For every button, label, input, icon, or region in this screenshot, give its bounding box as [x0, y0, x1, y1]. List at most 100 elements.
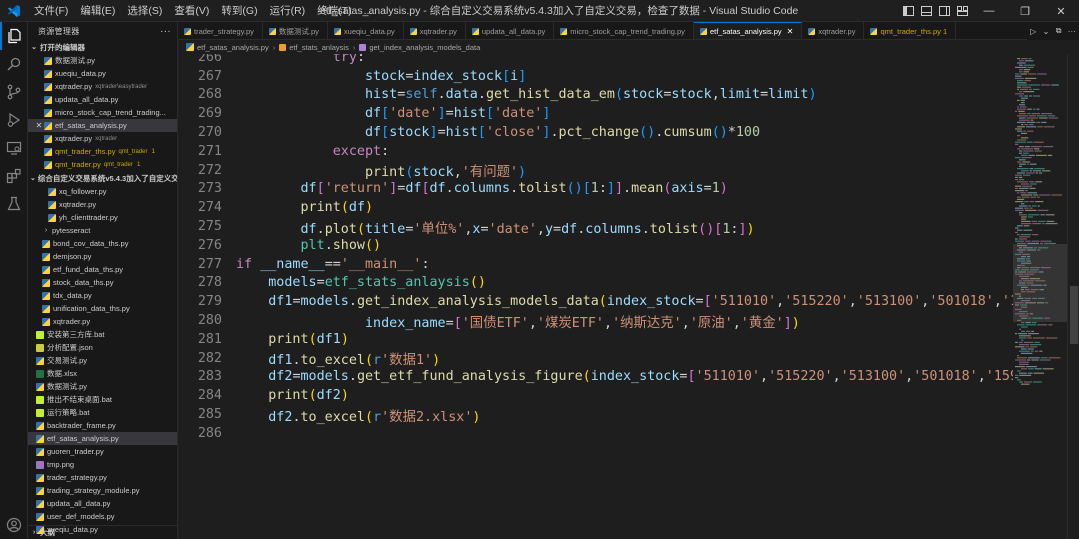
editor-tab[interactable]: qmt_trader_ths.py 1: [864, 22, 957, 39]
file-item[interactable]: tdx_data.py: [28, 289, 177, 302]
account-icon[interactable]: [0, 511, 28, 539]
open-editors-list: 数据测试.py xueqiu_data.py xqtrader.py xqtrader…: [28, 54, 177, 171]
menu-edit[interactable]: 编辑(E): [74, 0, 121, 22]
breadcrumb-file[interactable]: etf_satas_analysis.py: [197, 43, 269, 52]
file-item[interactable]: backtrader_frame.py: [28, 419, 177, 432]
code-text: df2=models.get_etf_fund_analysis_figure(…: [236, 369, 1013, 384]
more-actions-icon[interactable]: ···: [1068, 27, 1076, 36]
extensions-icon[interactable]: [0, 162, 28, 190]
run-dropdown-icon[interactable]: ⌄: [1043, 27, 1050, 36]
file-item[interactable]: yh_clienttrader.py: [28, 211, 177, 224]
file-name: updata_all_data.py: [47, 499, 111, 508]
file-item[interactable]: 安装第三方库.bat: [28, 328, 177, 341]
code-token: ==: [324, 256, 341, 272]
file-item[interactable]: updata_all_data.py: [28, 93, 177, 106]
code-line: 275 df.plot(title='单位%',x='date',y=df.co…: [178, 217, 1013, 237]
editor-tab[interactable]: xueqiu_data.py: [328, 22, 404, 39]
explorer-icon[interactable]: [0, 22, 28, 50]
toggle-secondary-sidebar-icon[interactable]: [935, 0, 953, 22]
toggle-panel-icon[interactable]: [917, 0, 935, 22]
editor-tab[interactable]: xqtrader.py: [404, 22, 466, 39]
file-item[interactable]: trader_strategy.py: [28, 471, 177, 484]
file-item[interactable]: demjson.py: [28, 250, 177, 263]
file-item[interactable]: etf_satas_analysis.py: [28, 432, 177, 445]
file-item[interactable]: micro_stock_cap_trend_trading...: [28, 106, 177, 119]
file-item[interactable]: unification_data_ths.py: [28, 302, 177, 315]
file-item[interactable]: qmt_trader.py qmt_trader 1: [28, 158, 177, 171]
restore-button[interactable]: ❐: [1007, 0, 1043, 22]
menu-selection[interactable]: 选择(S): [121, 0, 168, 22]
file-item[interactable]: 交易测试.py: [28, 354, 177, 367]
code-token: (: [308, 388, 317, 404]
run-debug-icon[interactable]: [0, 106, 28, 134]
tab-label: etf_satas_analysis.py: [709, 27, 782, 36]
editor-tab[interactable]: etf_satas_analysis.py ✕: [693, 22, 803, 39]
file-item[interactable]: xq_follower.py: [28, 185, 177, 198]
editor-tab[interactable]: xqtrader.py: [802, 22, 865, 39]
breadcrumb-class[interactable]: etf_stats_anlaysis: [289, 43, 349, 52]
file-item[interactable]: stock_data_ths.py: [28, 276, 177, 289]
testing-icon[interactable]: [0, 190, 28, 218]
minimap[interactable]: [1013, 54, 1067, 539]
file-item[interactable]: 推出不结束桌面.bat: [28, 393, 177, 406]
run-file-icon[interactable]: ▷: [1030, 27, 1036, 36]
tab-label: trader_strategy.py: [194, 26, 254, 36]
outline-section[interactable]: › 大纲: [28, 525, 177, 539]
file-item[interactable]: bond_cov_data_ths.py: [28, 237, 177, 250]
file-item[interactable]: xqtrader.py xqtrader: [28, 132, 177, 145]
workspace-section[interactable]: ⌄ 综合自定义交易系统v5.4.3加入了自定义交易...: [28, 171, 177, 185]
code-editor[interactable]: 266 try: 267 stock=index_stock[i] 268 hist…: [178, 54, 1013, 539]
search-icon[interactable]: [0, 50, 28, 78]
menu-view[interactable]: 查看(V): [168, 0, 215, 22]
bat-file-icon: [36, 330, 44, 339]
code-token: =: [760, 87, 769, 103]
menu-run[interactable]: 运行(R): [264, 0, 312, 22]
file-item[interactable]: xqtrader.py: [28, 315, 177, 328]
open-editors-section[interactable]: ⌄ 打开的编辑器: [28, 40, 177, 54]
source-control-icon[interactable]: [0, 78, 28, 106]
file-item[interactable]: 数据测试.py: [28, 54, 177, 67]
close-editor-icon[interactable]: ✕: [34, 121, 44, 130]
editor-scrollbar[interactable]: [1067, 54, 1079, 539]
file-item[interactable]: 运行策略.bat: [28, 406, 177, 419]
customize-layout-icon[interactable]: [953, 0, 971, 22]
code-token: (): [566, 181, 583, 197]
code-token: '煤炭ETF': [536, 315, 604, 331]
breadcrumb-method[interactable]: get_index_analysis_models_data: [369, 43, 480, 52]
file-item[interactable]: 分析配置.json: [28, 341, 177, 354]
file-item[interactable]: user_def_models.py: [28, 510, 177, 523]
editor-tab[interactable]: trader_strategy.py: [178, 22, 263, 39]
file-item[interactable]: xqtrader.py xqtrader\easytrader: [28, 80, 177, 93]
file-item[interactable]: tmp.png: [28, 458, 177, 471]
file-item[interactable]: xqtrader.py: [28, 198, 177, 211]
editor-tab[interactable]: updata_all_data.py: [466, 22, 555, 39]
file-item[interactable]: guoren_trader.py: [28, 445, 177, 458]
folder-pytesseract[interactable]: › pytesseract: [28, 224, 177, 237]
close-window-button[interactable]: ✕: [1043, 0, 1079, 22]
py-file-icon: [42, 291, 50, 300]
tab-label: xqtrader.py: [818, 26, 856, 36]
editor-tab[interactable]: 数据测试.py: [263, 22, 328, 39]
editor-tab[interactable]: micro_stock_cap_trend_trading.py: [554, 22, 694, 39]
explorer-more-button[interactable]: ···: [160, 26, 171, 37]
remote-explorer-icon[interactable]: [0, 134, 28, 162]
line-number: 278: [197, 275, 222, 291]
file-item[interactable]: ✕ etf_satas_analysis.py: [28, 119, 177, 132]
scrollbar-thumb[interactable]: [1070, 286, 1078, 344]
menu-go[interactable]: 转到(G): [215, 0, 263, 22]
file-item[interactable]: 数据.xlsx: [28, 367, 177, 380]
file-item[interactable]: trading_strategy_module.py: [28, 484, 177, 497]
file-item[interactable]: qmt_trader_ths.py qmt_trader 1: [28, 145, 177, 158]
file-item[interactable]: etf_fund_data_ths.py: [28, 263, 177, 276]
python-file-icon: [184, 27, 191, 35]
menu-file[interactable]: 文件(F): [28, 0, 74, 22]
file-item[interactable]: updata_all_data.py: [28, 497, 177, 510]
toggle-sidebar-icon[interactable]: [899, 0, 917, 22]
code-token: i: [510, 68, 519, 84]
split-editor-icon[interactable]: ⧉: [1056, 26, 1062, 36]
minimize-button[interactable]: —: [971, 0, 1007, 22]
file-item[interactable]: xueqiu_data.py: [28, 67, 177, 80]
file-item[interactable]: 数据测试.py: [28, 380, 177, 393]
close-tab-icon[interactable]: ✕: [787, 27, 794, 36]
line-number: 285: [197, 407, 222, 423]
